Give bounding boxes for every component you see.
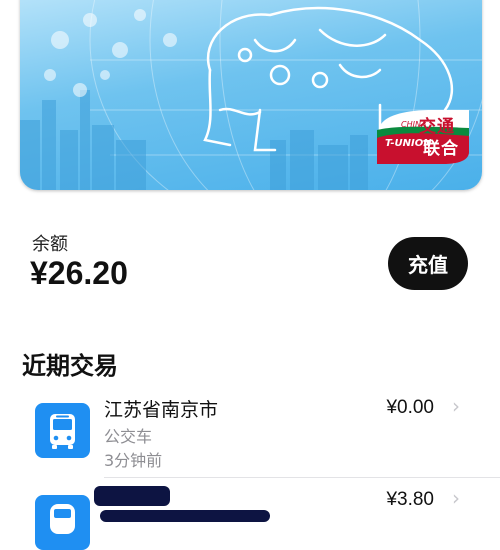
transaction-row[interactable]: ¥3.80 › (0, 480, 500, 550)
redacted-subtitle (100, 510, 270, 522)
transaction-amount: ¥0.00 (386, 397, 434, 418)
subway-icon (35, 495, 90, 550)
china-t-union-logo: CHINA 交通 T-UNION 联合 (373, 108, 473, 166)
redacted-title (94, 486, 170, 506)
top-up-button[interactable]: 充值 (388, 237, 468, 290)
bus-icon (35, 403, 90, 458)
chevron-right-icon: › (452, 486, 460, 510)
chevron-right-icon: › (452, 394, 460, 418)
transaction-type: 公交车 (104, 427, 153, 446)
balance-amount: ¥26.20 (30, 255, 128, 291)
transaction-amount: ¥3.80 (386, 489, 434, 510)
transaction-row[interactable]: 江苏省南京市 公交车 3分钟前 ¥0.00 › (0, 388, 500, 480)
transit-card[interactable]: CHINA 交通 T-UNION 联合 (20, 0, 482, 190)
brand-cn-bottom: 联合 (423, 139, 459, 159)
row-divider (104, 477, 500, 478)
recent-transactions-title: 近期交易 (22, 352, 118, 380)
balance-label: 余额 (32, 234, 68, 255)
transaction-title: 江苏省南京市 (104, 399, 219, 421)
transaction-time: 3分钟前 (104, 451, 163, 470)
